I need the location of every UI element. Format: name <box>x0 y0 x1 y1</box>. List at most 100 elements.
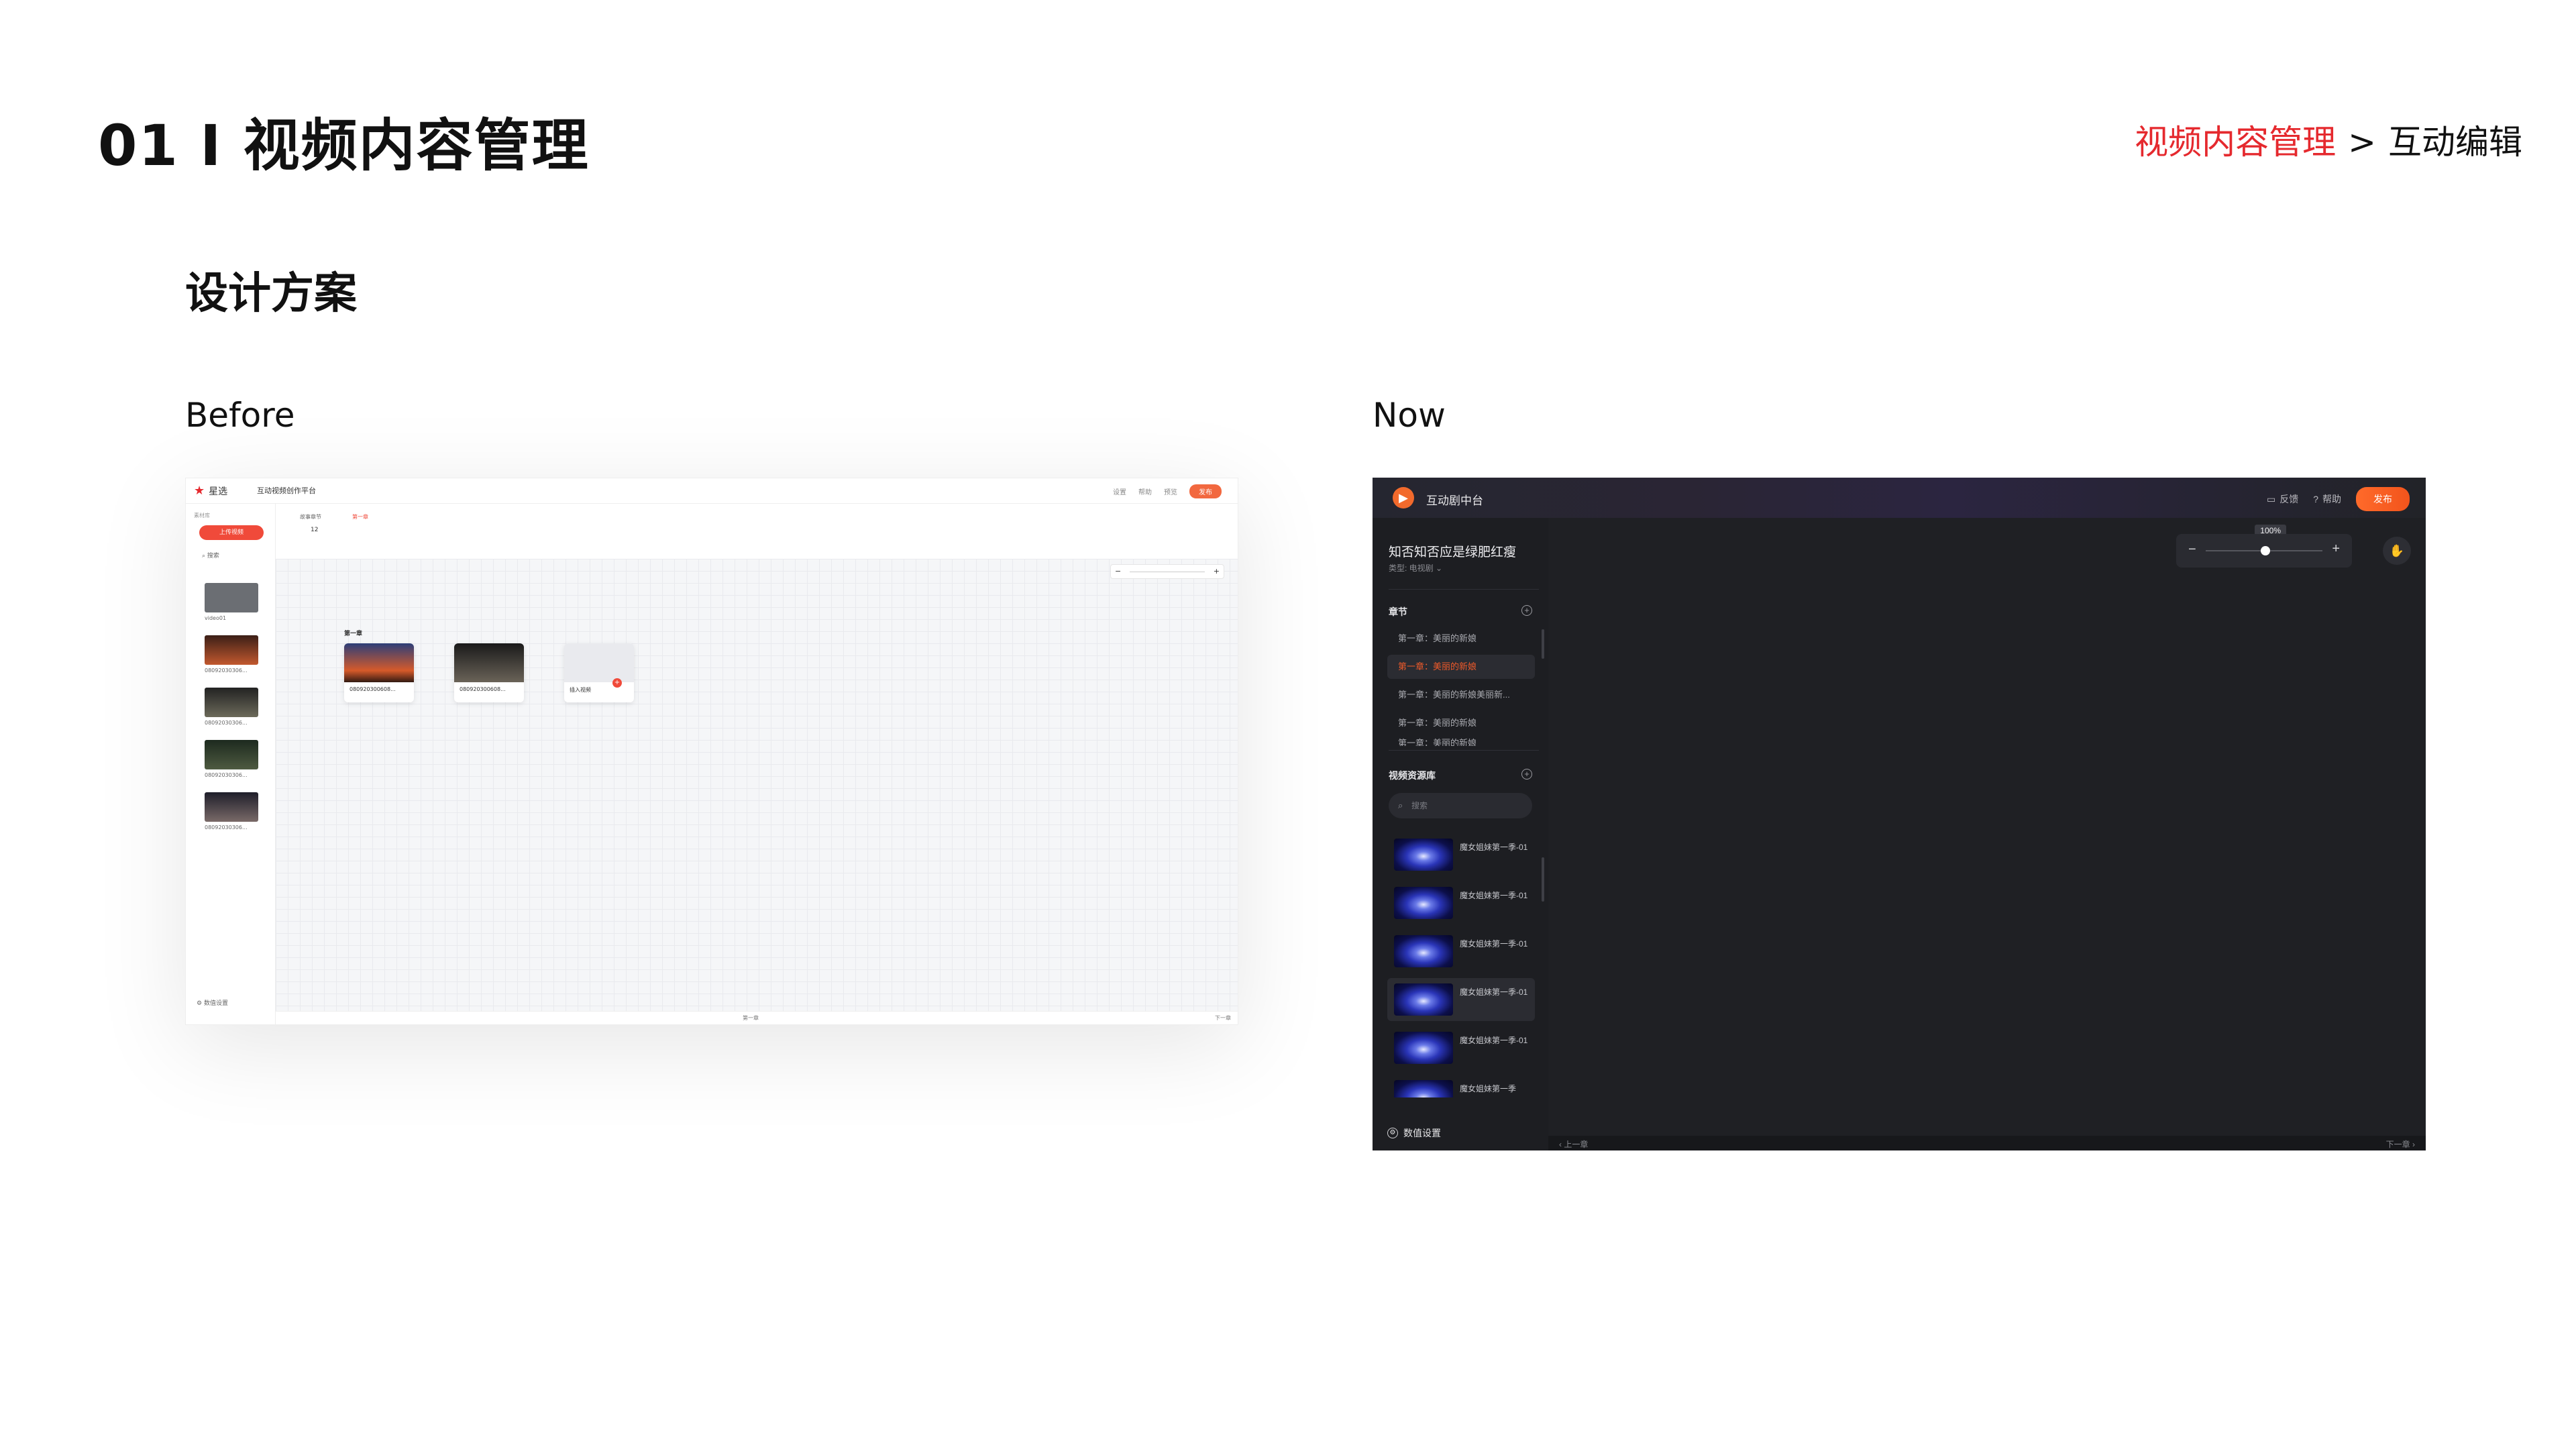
video-name: 魔女姐妹第一季-01 <box>1460 891 1528 900</box>
before-help-link[interactable]: 帮助 <box>1138 486 1152 496</box>
help-link[interactable]: ? 帮助 <box>2313 492 2341 506</box>
video-item[interactable]: 魔女姐妹第一季 <box>1387 1075 1535 1097</box>
card-caption: 插入视频 <box>570 687 591 693</box>
before-panel-tab[interactable]: 故事章节 <box>300 513 321 521</box>
settings-button[interactable]: ⚙ 数值设置 <box>1387 1126 1441 1140</box>
before-search[interactable]: ⌕ 搜索 <box>202 551 219 559</box>
video-thumbnail <box>1394 983 1453 1016</box>
chapter-item[interactable]: 第一章：美丽的新娘 <box>1387 711 1535 735</box>
now-canvas[interactable]: 100% − + ✋ <box>1548 518 2426 1136</box>
before-upload-button[interactable]: 上传视频 <box>199 525 264 540</box>
library-scrollbar[interactable] <box>1542 857 1544 902</box>
before-thumb[interactable] <box>205 688 258 717</box>
breadcrumb-current: 互动编辑 <box>2388 123 2522 162</box>
video-thumbnail <box>1394 935 1453 967</box>
zoom-in-icon[interactable]: + <box>2332 541 2340 557</box>
search-icon: ⌕ <box>1398 800 1403 810</box>
zoom-in-icon[interactable]: + <box>1214 567 1220 576</box>
before-footer-chapter[interactable]: 第一章 <box>743 1014 759 1022</box>
card-caption: 080920300608... <box>460 686 506 692</box>
card-caption: 080920300608... <box>350 686 396 692</box>
before-thumb-caption: 08092030306... <box>205 772 248 778</box>
now-topbar: ▶ 互动剧中台 ▭ 反馈 ? 帮助 发布 <box>1373 478 2426 518</box>
before-video-card[interactable]: 080920300608... <box>454 643 524 702</box>
add-video-icon[interactable]: + <box>1521 769 1532 780</box>
project-title: 知否知否应是绿肥红瘦 <box>1389 545 1517 559</box>
video-name: 魔女姐妹第一季-01 <box>1460 1036 1528 1045</box>
before-publish-button[interactable]: 发布 <box>1189 484 1222 498</box>
chapters-scrollbar[interactable] <box>1542 629 1544 659</box>
zoom-out-icon[interactable]: − <box>1115 567 1121 576</box>
chapters-title: 章节 <box>1389 606 1407 617</box>
gear-icon: ⚙ <box>1387 1128 1398 1138</box>
video-item[interactable]: 魔女姐妹第一季-01 <box>1387 881 1535 924</box>
chevron-down-icon: ⌄ <box>1436 564 1443 573</box>
project-type[interactable]: 类型: 电视剧 ⌄ <box>1389 562 1442 574</box>
before-settings-link[interactable]: 设置 <box>1113 486 1126 496</box>
before-settings[interactable]: ⚙ 数值设置 <box>197 998 228 1007</box>
before-panel-chapter[interactable]: 第一章 <box>352 513 368 521</box>
prev-chapter-button[interactable]: ‹ 上一章 <box>1559 1138 1588 1150</box>
before-thumb[interactable] <box>205 740 258 769</box>
before-preview-link[interactable]: 预览 <box>1164 486 1177 496</box>
now-sidebar: 知否知否应是绿肥红瘦 类型: 电视剧 ⌄ 章节 + 第一章：美丽的新娘 第一章：… <box>1373 518 1548 1150</box>
help-icon: ? <box>2313 494 2318 504</box>
chapter-item[interactable]: 第一章：美丽的新娘 <box>1387 737 1535 746</box>
chapter-item-active[interactable]: 第一章：美丽的新娘 <box>1387 655 1535 679</box>
before-footer: 第一章 下一章 <box>276 1011 1238 1024</box>
before-sidebar: 素材库 上传视频 ⌕ 搜索 video01 08092030306... 080… <box>186 504 276 1024</box>
before-insert-card[interactable]: 插入视频 <box>564 643 634 702</box>
card-placeholder <box>564 643 634 682</box>
before-panel-count: 12 <box>311 527 319 533</box>
video-name: 魔女姐妹第一季 <box>1460 1084 1517 1093</box>
before-thumb[interactable] <box>205 635 258 665</box>
video-name: 魔女姐妹第一季-01 <box>1460 987 1528 997</box>
before-label: Before <box>185 396 295 435</box>
before-zoom-control[interactable]: − + <box>1110 564 1224 579</box>
star-logo-icon: ★ <box>194 484 205 498</box>
video-item-active[interactable]: 魔女姐妹第一季-01 <box>1387 978 1535 1021</box>
now-publish-button[interactable]: 发布 <box>2356 487 2410 511</box>
before-thumb[interactable] <box>205 583 258 612</box>
chapter-item[interactable]: 第一章：美丽的新娘美丽新... <box>1387 683 1535 707</box>
before-canvas[interactable] <box>276 559 1238 1011</box>
breadcrumb-section[interactable]: 视频内容管理 <box>2135 123 2336 162</box>
before-video-card[interactable]: 080920300608... <box>344 643 414 702</box>
zoom-control[interactable]: − + <box>2176 534 2352 568</box>
card-thumbnail <box>344 643 414 682</box>
before-app-title: 互动视频创作平台 <box>257 486 316 495</box>
before-thumb-caption: video01 <box>205 615 227 621</box>
before-topbar: ★ 星选 互动视频创作平台 设置 帮助 预览 发布 <box>186 478 1238 504</box>
video-thumbnail <box>1394 1032 1453 1064</box>
video-item[interactable]: 魔女姐妹第一季-01 <box>1387 930 1535 973</box>
search-input[interactable]: ⌕ 搜索 <box>1389 793 1532 818</box>
breadcrumb-separator: > <box>2348 123 2376 162</box>
chapter-item[interactable]: 第一章：美丽的新娘 <box>1387 627 1535 651</box>
before-screenshot: ★ 星选 互动视频创作平台 设置 帮助 预览 发布 素材库 上传视频 ⌕ 搜索 v… <box>185 478 1238 1025</box>
before-sidebar-label: 素材库 <box>194 513 210 519</box>
page-title: 01 I 视频内容管理 <box>98 113 590 178</box>
now-label: Now <box>1373 396 1446 435</box>
before-chapter-label: 第一章 <box>344 631 363 637</box>
library-title: 视频资源库 <box>1389 770 1436 781</box>
before-thumb-caption: 08092030306... <box>205 824 248 830</box>
chat-icon: ▭ <box>2266 493 2276 504</box>
card-thumbnail <box>454 643 524 682</box>
video-thumbnail <box>1394 887 1453 919</box>
video-item[interactable]: 魔女姐妹第一季-01 <box>1387 1026 1535 1069</box>
add-chapter-icon[interactable]: + <box>1521 605 1532 616</box>
before-footer-next[interactable]: 下一章 <box>1215 1014 1231 1022</box>
now-footer: ‹ 上一章 下一章 › <box>1548 1136 2426 1150</box>
video-item[interactable]: 魔女姐妹第一季-01 <box>1387 833 1535 876</box>
next-chapter-button[interactable]: 下一章 › <box>2386 1138 2415 1150</box>
hand-icon[interactable]: ✋ <box>2383 537 2411 565</box>
breadcrumb: 视频内容管理 > 互动编辑 <box>2135 115 2522 164</box>
add-icon[interactable]: + <box>612 678 622 688</box>
feedback-link[interactable]: ▭ 反馈 <box>2267 492 2298 506</box>
before-thumb[interactable] <box>205 792 258 822</box>
before-thumb-caption: 08092030306... <box>205 720 248 726</box>
divider <box>1389 750 1539 751</box>
zoom-out-icon[interactable]: − <box>2188 542 2196 557</box>
section-subtitle: 设计方案 <box>185 269 357 319</box>
zoom-slider-handle[interactable] <box>2261 546 2270 555</box>
